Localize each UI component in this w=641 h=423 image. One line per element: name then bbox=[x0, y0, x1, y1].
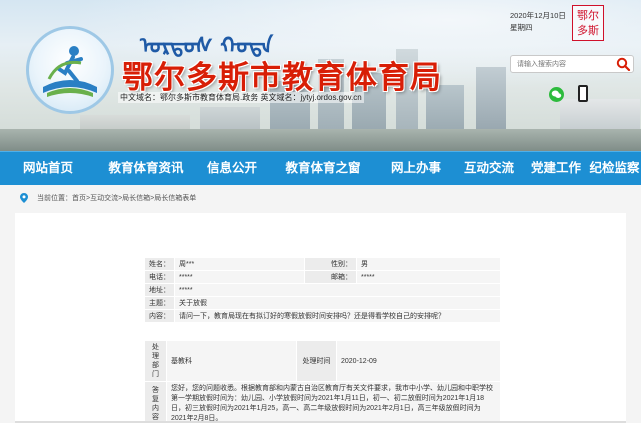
answer-text: 您好，您的问题收悉。根据教育部和内蒙古自治区教育厅有关文件要求，我市中小学、幼儿… bbox=[171, 385, 493, 422]
email-label: 邮箱： bbox=[304, 270, 357, 284]
phone-label: 电话： bbox=[144, 270, 175, 284]
dept-label-line-2: 部门 bbox=[152, 362, 159, 378]
nav-item-home[interactable]: 网站首页 bbox=[0, 152, 96, 185]
search-input[interactable] bbox=[517, 58, 609, 71]
reply-table: 处理 部门 基教科 处理时间 2020-12-09 答复 内容 您好，您的问题收… bbox=[144, 340, 501, 423]
table-row: 电话： ***** 邮箱： ***** bbox=[144, 270, 501, 284]
dept-label-line-1: 处理 bbox=[152, 344, 159, 360]
main-nav: 网站首页 教育体育资讯 信息公开 教育体育之窗 网上办事 互动交流 党建工作 纪… bbox=[0, 151, 641, 185]
name-value: 周*** bbox=[174, 257, 305, 271]
answer-label-line-1: 答复 bbox=[152, 387, 159, 403]
dept-label: 处理 部门 bbox=[144, 340, 167, 382]
dept-value: 基教科 bbox=[166, 340, 297, 382]
site-title: 鄂尔多斯市教育体育局 bbox=[122, 60, 442, 96]
email-value: ***** bbox=[356, 270, 501, 284]
site-header: ᠣᠷᠳᠣᠰ ᠬᠣᠲᠠ 鄂尔多斯市教育体育局 中文域名：鄂尔多斯市教育体育局.政务… bbox=[0, 0, 641, 151]
current-date: 2020年12月10日 bbox=[510, 11, 566, 20]
address-value: ***** bbox=[174, 283, 501, 297]
wechat-icon[interactable] bbox=[549, 87, 564, 102]
nav-item-party-building[interactable]: 党建工作 bbox=[524, 152, 588, 185]
table-row: 主题： 关于放假 bbox=[144, 296, 501, 310]
gender-label: 性别： bbox=[304, 257, 357, 271]
letter-table: 姓名： 周*** 性别： 男 电话： ***** 邮箱： ***** 地址： *… bbox=[144, 257, 501, 323]
answer-value: 您好，您的问题收悉。根据教育部和内蒙古自治区教育厅有关文件要求，我市中小学、幼儿… bbox=[166, 381, 501, 423]
seal-line-2: 多斯 bbox=[577, 24, 599, 37]
nav-item-info-disclosure[interactable]: 信息公开 bbox=[196, 152, 268, 185]
gender-value: 男 bbox=[356, 257, 501, 271]
name-label: 姓名： bbox=[144, 257, 175, 271]
subject-label: 主题： bbox=[144, 296, 175, 310]
search-box bbox=[510, 55, 634, 73]
time-label: 处理时间 bbox=[296, 340, 337, 382]
search-icon[interactable] bbox=[615, 57, 631, 72]
answer-label-line-2: 内容 bbox=[152, 405, 159, 421]
table-row: 地址： ***** bbox=[144, 283, 501, 297]
subject-value: 关于放假 bbox=[174, 296, 501, 310]
mobile-icon[interactable] bbox=[578, 85, 588, 102]
nav-item-news[interactable]: 教育体育资讯 bbox=[96, 152, 196, 185]
breadcrumb: 当前位置： 首页>互动交流>局长信箱>局长信箱表单 bbox=[20, 193, 196, 203]
table-row: 内容： 请问一下，教育局现在有拟订好的寒假放假时间安排吗？还是得看学校自己的安排… bbox=[144, 309, 501, 323]
nav-item-interaction[interactable]: 互动交流 bbox=[454, 152, 524, 185]
nav-item-online-services[interactable]: 网上办事 bbox=[378, 152, 454, 185]
content-label: 内容： bbox=[144, 309, 175, 323]
time-value: 2020-12-09 bbox=[336, 340, 501, 382]
header-ground bbox=[0, 129, 641, 151]
table-row: 答复 内容 您好，您的问题收悉。根据教育部和内蒙古自治区教育厅有关文件要求，我市… bbox=[144, 381, 501, 423]
table-row: 姓名： 周*** 性别： 男 bbox=[144, 257, 501, 271]
seal-line-1: 鄂尔 bbox=[577, 9, 599, 22]
breadcrumb-path[interactable]: 首页>互动交流>局长信箱>局长信箱表单 bbox=[72, 193, 196, 203]
logo-emblem-icon[interactable] bbox=[26, 26, 114, 114]
answer-label: 答复 内容 bbox=[144, 381, 167, 423]
nav-item-discipline[interactable]: 纪检监察 bbox=[588, 152, 641, 185]
date-display: 2020年12月10日 星期四 bbox=[510, 10, 566, 34]
ordos-seal-logo: 鄂尔 多斯 bbox=[572, 5, 604, 41]
breadcrumb-prefix: 当前位置： bbox=[37, 195, 72, 202]
domain-names: 中文域名：鄂尔多斯市教育体育局.政务 英文域名：jytyj.ordos.gov.… bbox=[118, 92, 364, 103]
address-label: 地址： bbox=[144, 283, 175, 297]
location-pin-icon bbox=[20, 193, 28, 203]
current-weekday: 星期四 bbox=[510, 23, 533, 32]
nav-item-window[interactable]: 教育体育之窗 bbox=[268, 152, 378, 185]
table-row: 处理 部门 基教科 处理时间 2020-12-09 bbox=[144, 340, 501, 382]
phone-value: ***** bbox=[174, 270, 305, 284]
content-value: 请问一下，教育局现在有拟订好的寒假放假时间安排吗？还是得看学校自己的安排呢？ bbox=[174, 309, 501, 323]
